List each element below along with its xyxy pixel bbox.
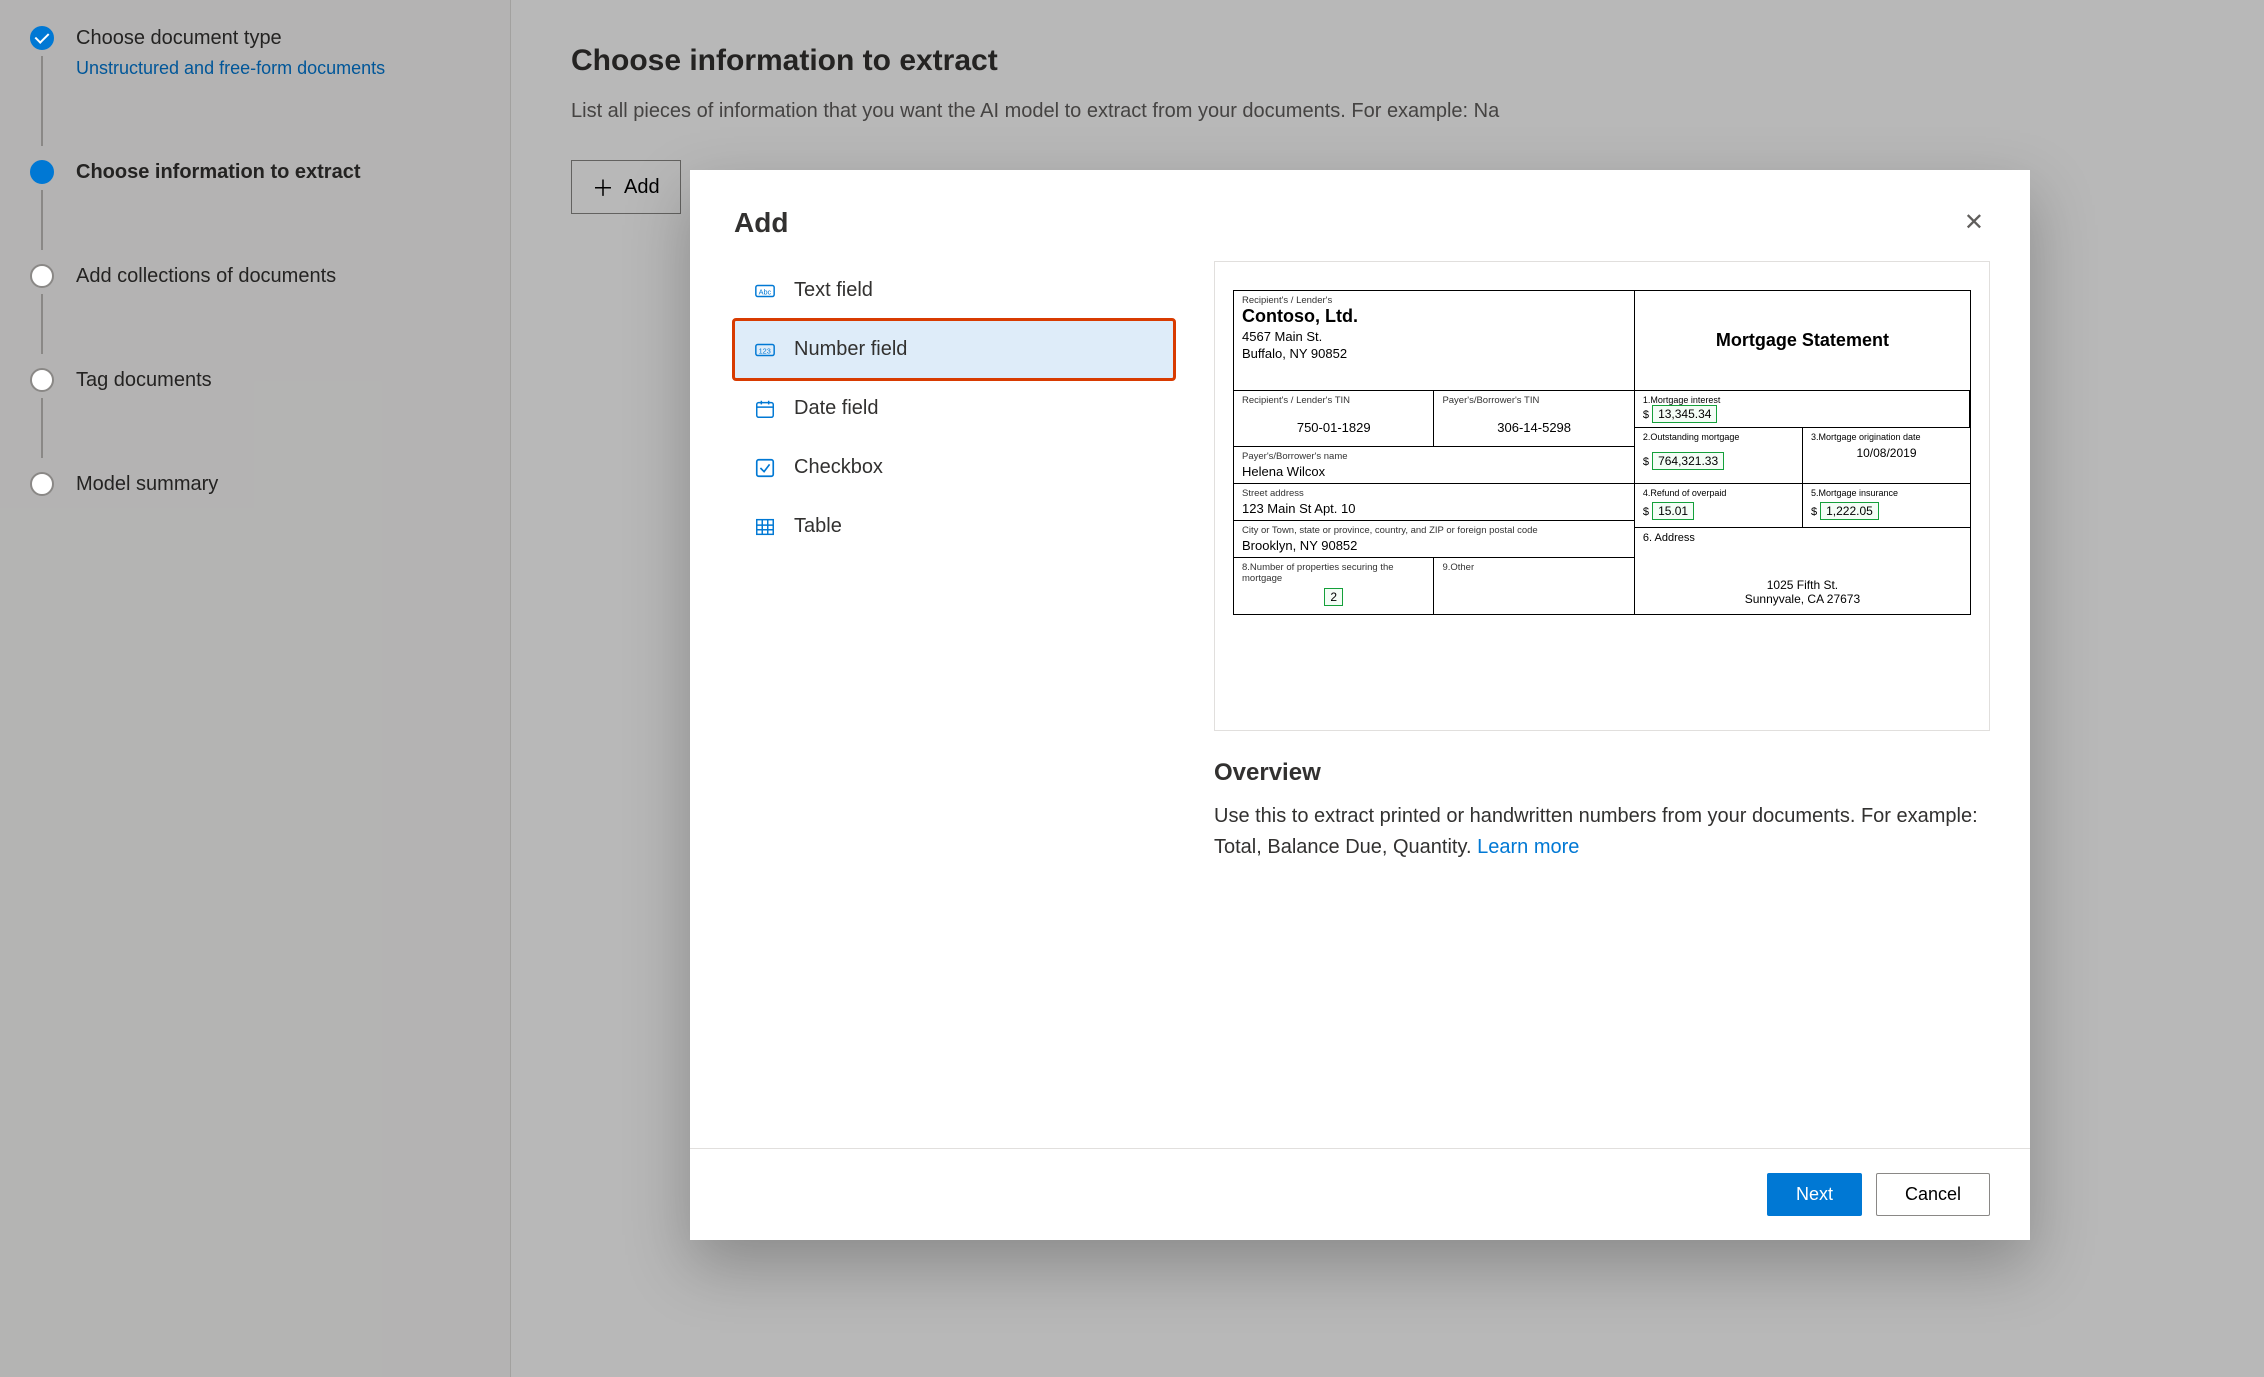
overview-heading: Overview xyxy=(1214,759,1990,787)
doc-lender-label: Recipient's / Lender's xyxy=(1242,295,1626,306)
doc-origdate-label: 3.Mortgage origination date xyxy=(1811,432,1962,442)
table-icon xyxy=(754,516,776,538)
doc-borrower-tin: 306-14-5298 xyxy=(1442,406,1625,435)
step-marker-completed-icon xyxy=(30,26,54,50)
step-connector xyxy=(41,294,43,354)
close-icon: ✕ xyxy=(1964,209,1984,236)
field-type-label: Table xyxy=(794,515,842,538)
doc-prop-label: 8.Number of properties securing the mort… xyxy=(1242,562,1425,584)
doc-address6-line2: Sunnyvale, CA 27673 xyxy=(1643,592,1962,606)
next-button[interactable]: Next xyxy=(1767,1173,1862,1216)
cancel-button[interactable]: Cancel xyxy=(1876,1173,1990,1216)
doc-lender-addr2: Buffalo, NY 90852 xyxy=(1242,346,1626,361)
field-type-text[interactable]: Abc Text field xyxy=(734,261,1174,320)
doc-address6-label: 6. Address xyxy=(1643,532,1962,544)
doc-city-label: City or Town, state or province, country… xyxy=(1242,525,1626,536)
doc-interest-value: 13,345.34 xyxy=(1652,405,1717,423)
step-connector xyxy=(41,56,43,146)
field-type-label: Date field xyxy=(794,397,879,420)
doc-interest-label: 1.Mortgage interest xyxy=(1643,395,1961,405)
field-type-label: Number field xyxy=(794,338,907,361)
doc-lender-tin: 750-01-1829 xyxy=(1242,406,1425,435)
doc-address6-line1: 1025 Fifth St. xyxy=(1643,578,1962,592)
doc-outstanding-value: 764,321.33 xyxy=(1652,452,1724,470)
close-button[interactable]: ✕ xyxy=(1958,202,1990,243)
field-type-list: Abc Text field 123 Number field Date fie… xyxy=(734,261,1174,1128)
svg-text:123: 123 xyxy=(759,346,771,355)
doc-outstanding-label: 2.Outstanding mortgage xyxy=(1643,432,1794,442)
step-connector xyxy=(41,190,43,250)
doc-prop-value: 2 xyxy=(1324,588,1343,606)
doc-refund-value: 15.01 xyxy=(1652,502,1694,520)
doc-title: Mortgage Statement xyxy=(1716,329,1889,352)
overview-text: Use this to extract printed or handwritt… xyxy=(1214,801,1990,863)
doc-lender-addr1: 4567 Main St. xyxy=(1242,329,1626,344)
modal-title: Add xyxy=(734,207,788,239)
doc-borrower-tin-label: Payer's/Borrower's TIN xyxy=(1442,395,1625,406)
step-connector xyxy=(41,398,43,458)
learn-more-link[interactable]: Learn more xyxy=(1477,836,1579,858)
field-type-table[interactable]: Table xyxy=(734,497,1174,556)
doc-other-label: 9.Other xyxy=(1442,562,1625,573)
doc-lender-tin-label: Recipient's / Lender's TIN xyxy=(1242,395,1425,406)
document-preview: Recipient's / Lender's Contoso, Ltd. 456… xyxy=(1214,261,1990,731)
field-type-date[interactable]: Date field xyxy=(734,379,1174,438)
svg-text:Abc: Abc xyxy=(759,287,772,296)
doc-lender-name: Contoso, Ltd. xyxy=(1242,306,1626,327)
doc-city: Brooklyn, NY 90852 xyxy=(1242,538,1626,553)
text-field-icon: Abc xyxy=(754,280,776,302)
field-type-number[interactable]: 123 Number field xyxy=(734,320,1174,379)
doc-street-label: Street address xyxy=(1242,488,1626,499)
preview-pane: Recipient's / Lender's Contoso, Ltd. 456… xyxy=(1214,261,1990,1128)
doc-borrower-name: Helena Wilcox xyxy=(1242,464,1626,479)
number-field-icon: 123 xyxy=(754,339,776,361)
date-field-icon xyxy=(754,398,776,420)
doc-refund-label: 4.Refund of overpaid xyxy=(1643,488,1794,498)
doc-insurance-value: 1,222.05 xyxy=(1820,502,1879,520)
doc-street: 123 Main St Apt. 10 xyxy=(1242,501,1626,516)
doc-insurance-label: 5.Mortgage insurance xyxy=(1811,488,1962,498)
add-field-modal: Add ✕ Abc Text field 123 Number field xyxy=(690,170,2030,1240)
checkbox-icon xyxy=(754,457,776,479)
field-type-label: Checkbox xyxy=(794,456,883,479)
field-type-checkbox[interactable]: Checkbox xyxy=(734,438,1174,497)
doc-origdate-value: 10/08/2019 xyxy=(1811,446,1962,460)
modal-footer: Next Cancel xyxy=(690,1148,2030,1240)
field-type-label: Text field xyxy=(794,279,873,302)
doc-borrower-label: Payer's/Borrower's name xyxy=(1242,451,1626,462)
